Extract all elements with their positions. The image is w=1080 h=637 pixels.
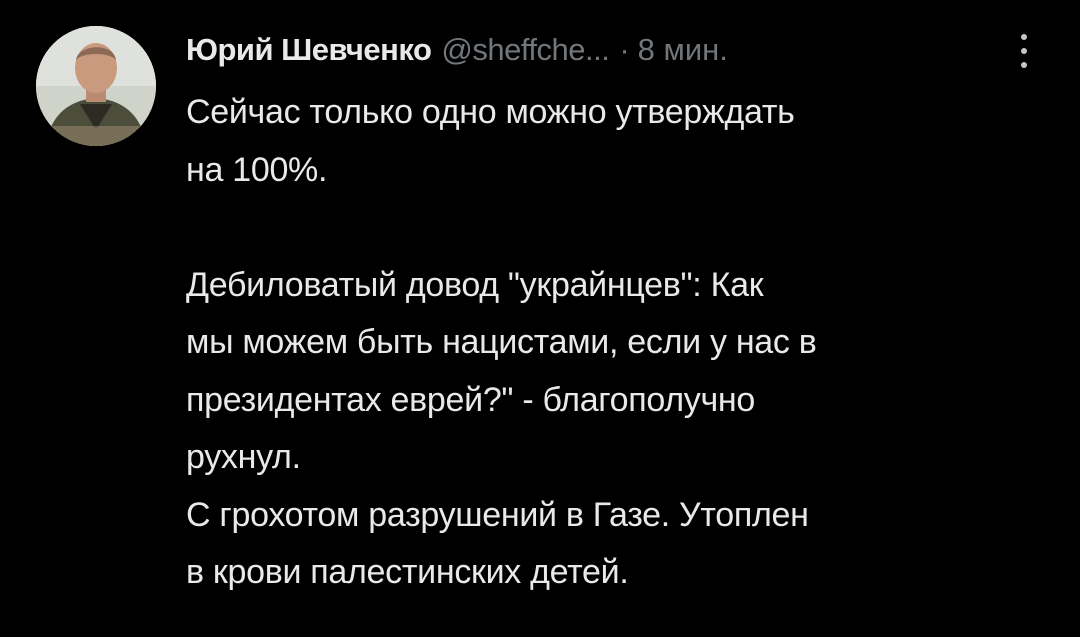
vertical-dots-icon (1021, 34, 1027, 40)
vertical-dots-icon (1021, 62, 1027, 68)
author-display-name[interactable]: Юрий Шевченко (186, 32, 432, 68)
author-avatar[interactable] (36, 26, 156, 146)
tweet-text: Сейчас только одно можно утверждать на 1… (186, 84, 1056, 602)
tweet-timestamp[interactable]: 8 мин. (638, 32, 728, 68)
vertical-dots-icon (1021, 48, 1027, 54)
header-separator: · (619, 32, 630, 67)
tweet-paragraph-1: Сейчас только одно можно утверждать на 1… (186, 93, 795, 189)
author-handle[interactable]: @sheffche... (441, 32, 609, 68)
more-options-button[interactable] (1012, 30, 1036, 72)
tweet-paragraph-2: Дебиловатый довод "украйнцев": Как мы мо… (186, 265, 817, 592)
tweet-header: Юрий Шевченко @sheffche... · 8 мин. (186, 26, 1046, 74)
tweet-card[interactable]: Юрий Шевченко @sheffche... · 8 мин. Сейч… (0, 0, 1080, 637)
avatar-photo-icon (36, 26, 156, 146)
